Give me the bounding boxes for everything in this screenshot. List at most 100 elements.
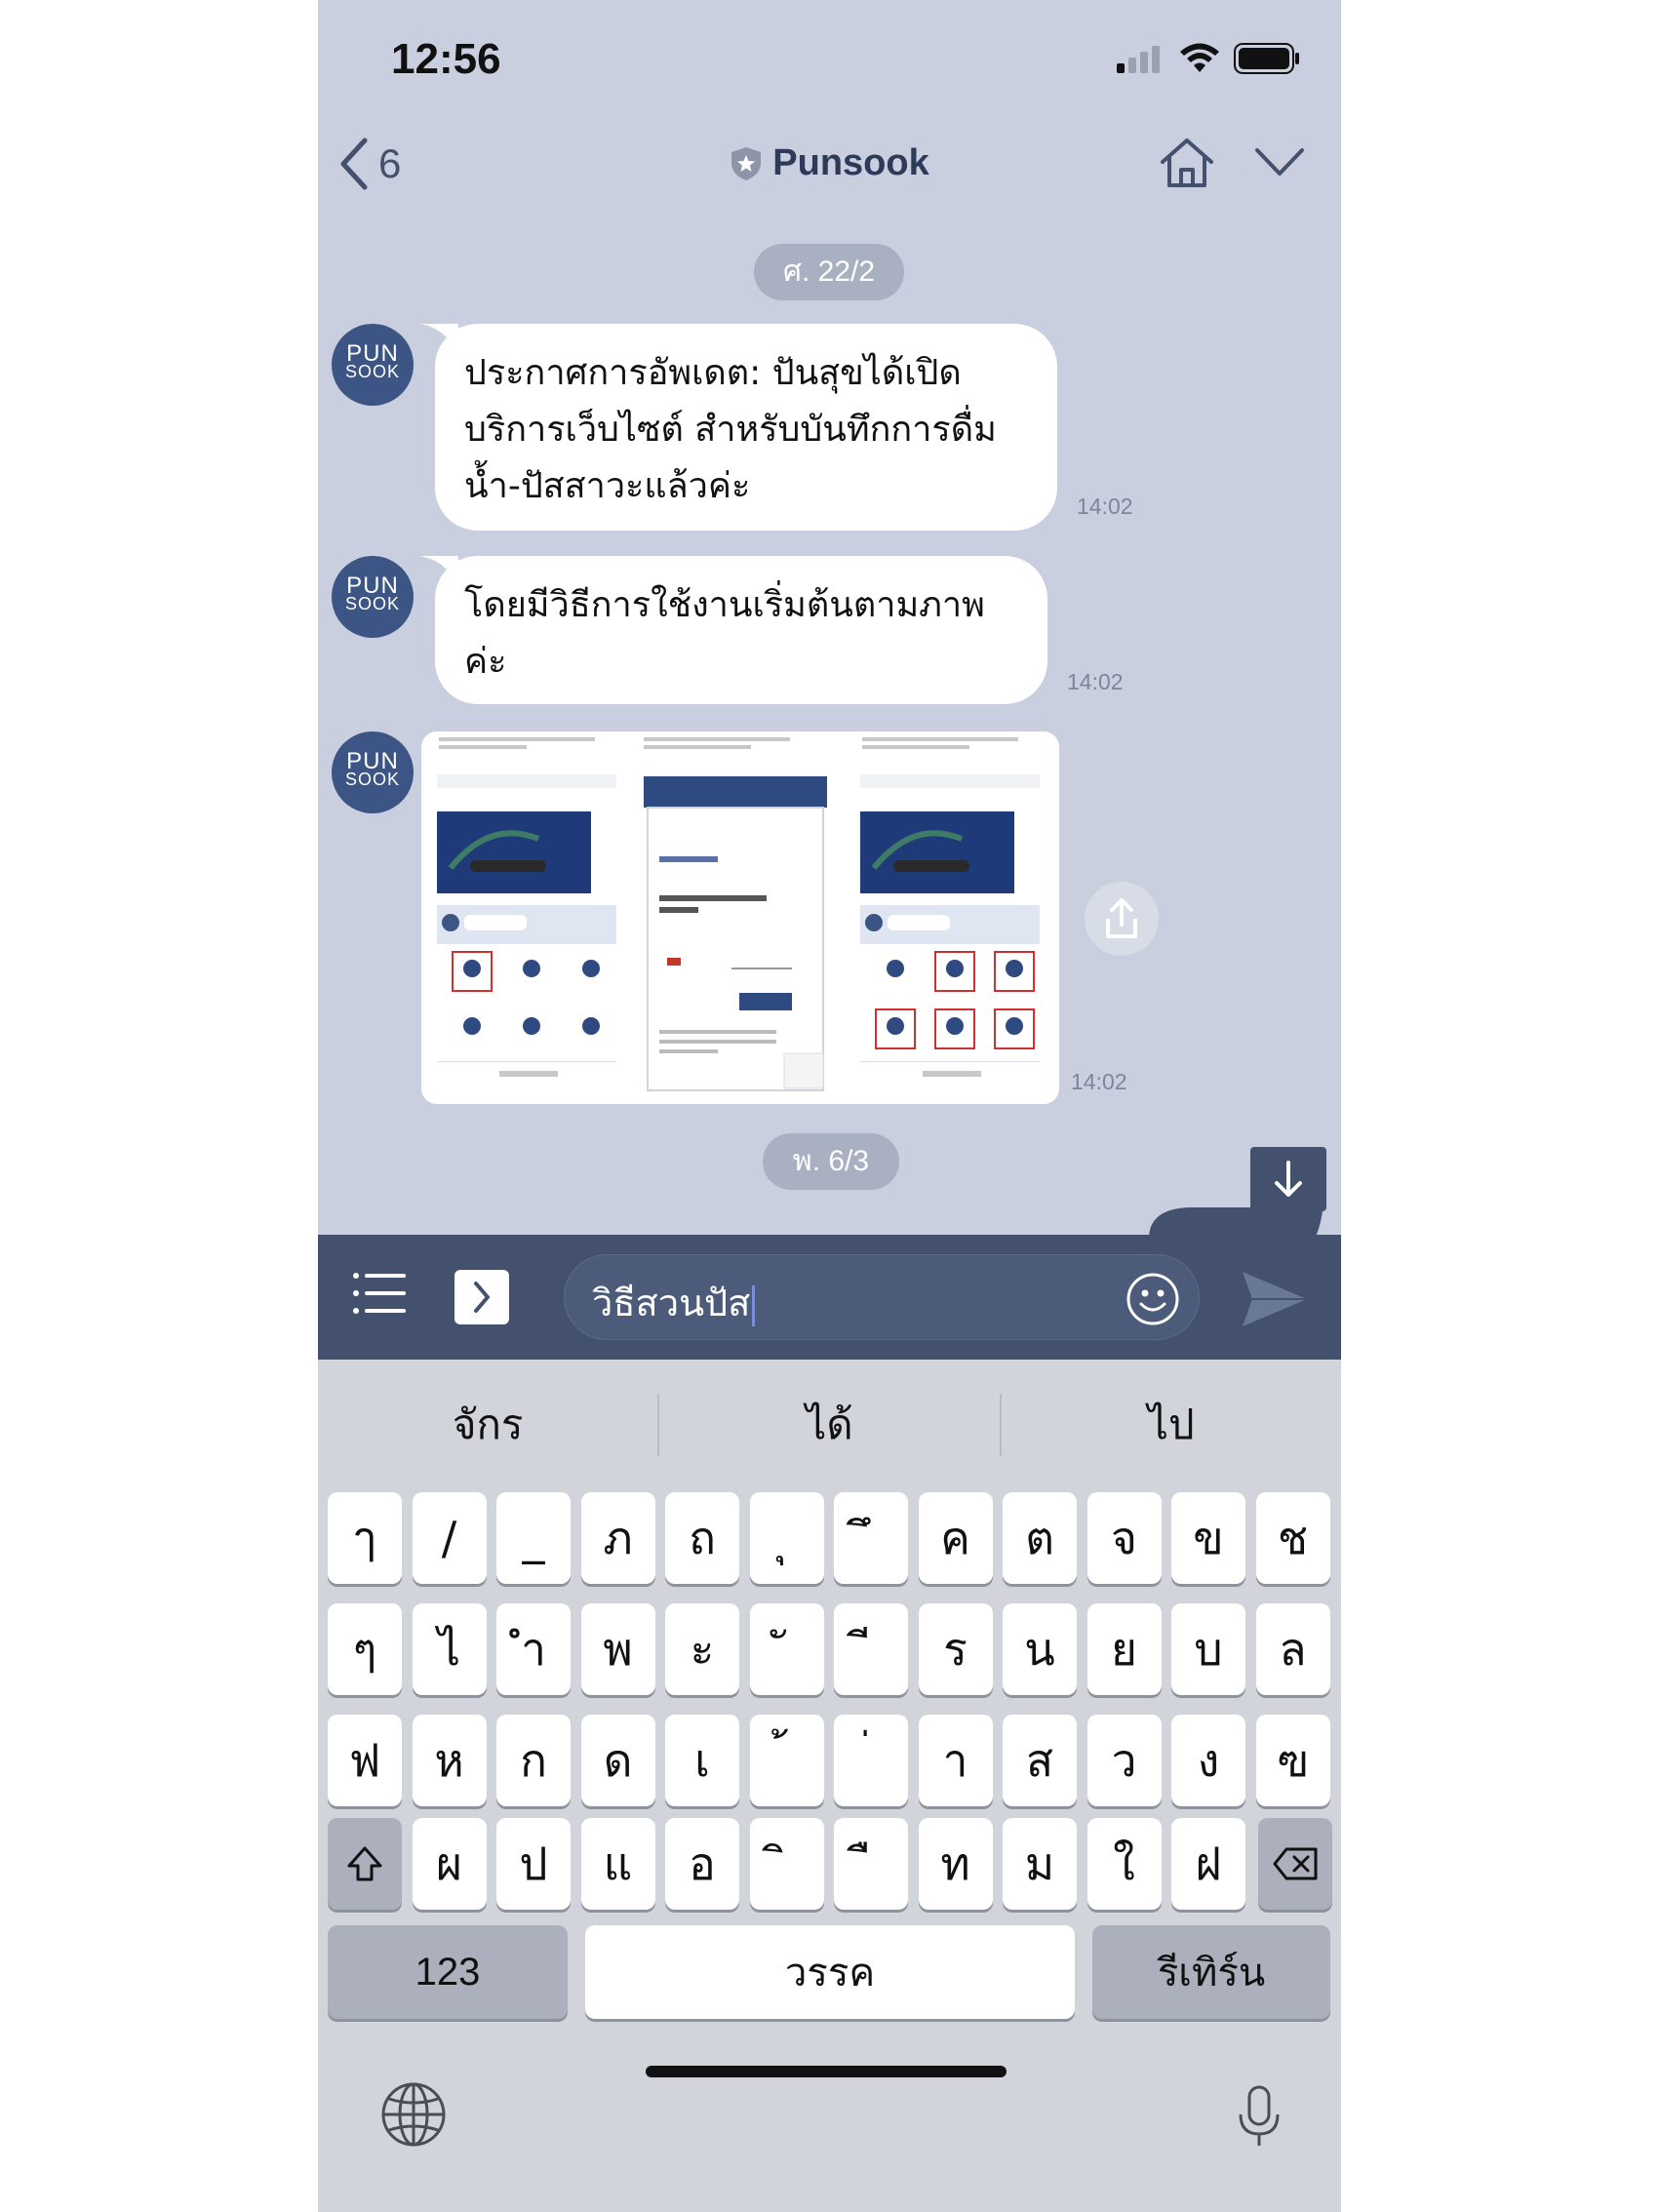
keyboard-key[interactable]: ท: [918, 1818, 993, 1910]
language-switch-button[interactable]: [380, 2081, 447, 2152]
keyboard-key[interactable]: น: [1003, 1603, 1077, 1695]
keyboard-key[interactable]: ก: [496, 1715, 571, 1806]
keyboard-key[interactable]: ป: [496, 1818, 571, 1910]
avatar[interactable]: PUN SOOK: [332, 324, 414, 406]
keyboard-key[interactable]: พ: [580, 1603, 655, 1695]
shift-icon: [347, 1846, 382, 1881]
keyboard-key[interactable]: ผ: [412, 1818, 487, 1910]
keyboard-key[interactable]: ร: [918, 1603, 993, 1695]
tutorial-screenshot-2: [638, 731, 833, 1104]
keyboard-key[interactable]: ึ: [834, 1492, 908, 1584]
suggestion-bar: จักร ได้ ไป: [318, 1360, 1341, 1490]
keyboard-key[interactable]: ภ: [580, 1492, 655, 1584]
message-time: 14:02: [1077, 494, 1133, 519]
globe-icon: [381, 2082, 446, 2147]
keyboard-key[interactable]: ย: [1086, 1603, 1162, 1695]
return-key[interactable]: รีเทิร์น: [1092, 1925, 1330, 2019]
suggestion-item[interactable]: ไป: [1002, 1393, 1341, 1457]
phone-screen: 12:56 6 Punsook ศ. 22/2 PUN SOOK ประกาศก…: [318, 0, 1341, 2212]
keyboard-key[interactable]: แ: [580, 1818, 655, 1910]
keyboard-key[interactable]: ๅ: [328, 1492, 402, 1584]
menu-dropdown-button[interactable]: [1254, 146, 1305, 181]
avatar-logo-text: PUN: [346, 340, 399, 367]
keyboard-key[interactable]: ส: [1003, 1715, 1077, 1806]
keyboard-key[interactable]: ง: [1171, 1715, 1245, 1806]
date-separator: พ. 6/3: [763, 1133, 899, 1190]
keyboard-key[interactable]: ไ: [412, 1603, 487, 1695]
message-time: 14:02: [1067, 669, 1124, 694]
keyboard-key[interactable]: ิ: [749, 1818, 824, 1910]
keyboard-key[interactable]: เ: [665, 1715, 739, 1806]
keyboard-key[interactable]: ด: [580, 1715, 655, 1806]
keyboard-key[interactable]: ฟ: [328, 1715, 402, 1806]
keyboard-key[interactable]: ่: [834, 1715, 908, 1806]
numbers-key[interactable]: 123: [328, 1925, 568, 2019]
message-text-line: น้ำ-ปัสสาวะแล้วค่ะ: [464, 466, 751, 506]
bubble-tail: [419, 324, 458, 353]
dictation-button[interactable]: [1237, 2085, 1282, 2153]
thai-keyboard: จักร ได้ ไป ๅ/_ภถุึคตจขชๆไำพะัีรนยบลฟหกด…: [318, 1360, 1341, 2212]
chevron-down-icon: [1255, 148, 1304, 176]
keyboard-key[interactable]: ี: [834, 1603, 908, 1695]
shift-key[interactable]: [328, 1818, 402, 1910]
microphone-icon: [1239, 2085, 1280, 2146]
keyboard-key[interactable]: ั: [749, 1603, 824, 1695]
arrow-down-icon: [1275, 1161, 1302, 1197]
keyboard-key[interactable]: ้: [749, 1715, 824, 1806]
keyboard-key[interactable]: ใ: [1086, 1818, 1162, 1910]
keyboard-key[interactable]: ห: [412, 1715, 487, 1806]
avatar-logo-text: SOOK: [344, 594, 400, 613]
keyboard-key[interactable]: ว: [1086, 1715, 1162, 1806]
keyboard-key[interactable]: ถ: [665, 1492, 739, 1584]
date-separator: ศ. 22/2: [754, 244, 904, 300]
share-icon: [1106, 898, 1137, 938]
message-input-bar: วิธีสวนปัส: [318, 1235, 1341, 1360]
scroll-to-bottom-button[interactable]: [1250, 1147, 1326, 1211]
message-bubble[interactable]: โดยมีวิธีการใช้งานเริ่มต้นตามภาพ ค่ะ: [419, 556, 1047, 704]
keyboard-key[interactable]: ล: [1255, 1603, 1330, 1695]
keyboard-key[interactable]: ื: [834, 1818, 908, 1910]
keyboard-key[interactable]: ช: [1255, 1492, 1330, 1584]
keyboard-key[interactable]: ฝ: [1171, 1818, 1245, 1910]
avatar[interactable]: PUN SOOK: [332, 731, 414, 813]
avatar-logo-text: PUN: [346, 748, 399, 774]
keyboard-key[interactable]: จ: [1086, 1492, 1162, 1584]
message-input[interactable]: วิธีสวนปัส: [564, 1254, 1200, 1340]
suggestion-item[interactable]: จักร: [318, 1393, 657, 1457]
avatar-logo-text: SOOK: [344, 362, 400, 381]
suggestion-item[interactable]: ได้: [659, 1393, 999, 1457]
message-input-value: วิธีสวนปัส: [592, 1282, 751, 1324]
keyboard-key[interactable]: บ: [1171, 1603, 1245, 1695]
keyboard-key[interactable]: ุ: [749, 1492, 824, 1584]
chevron-right-icon: [474, 1282, 490, 1313]
keyboard-key[interactable]: ม: [1003, 1818, 1077, 1910]
tutorial-image[interactable]: [421, 731, 1059, 1104]
keyboard-key[interactable]: อ: [665, 1818, 739, 1910]
smiley-icon: [1126, 1273, 1179, 1325]
chat-title-text: Punsook: [772, 142, 929, 183]
emoji-button[interactable]: [1126, 1272, 1180, 1330]
space-key[interactable]: วรรค: [585, 1925, 1075, 2019]
expand-toolbar-button[interactable]: [454, 1270, 509, 1324]
message-bubble[interactable]: ประกาศการอัพเดต: ปันสุขได้เปิด บริการเว็…: [419, 324, 1057, 531]
keyboard-key[interactable]: ๆ: [328, 1603, 402, 1695]
keyboard-key[interactable]: ต: [1003, 1492, 1077, 1584]
avatar[interactable]: PUN SOOK: [332, 556, 414, 638]
status-icons: [1117, 43, 1300, 74]
message-text-line: ประกาศการอัพเดต: ปันสุขได้เปิด: [464, 353, 962, 393]
keyboard-key[interactable]: /: [412, 1492, 487, 1584]
rich-menu-button[interactable]: [353, 1272, 406, 1319]
tutorial-screenshot-3: [854, 731, 1049, 1104]
keyboard-key[interactable]: า: [918, 1715, 993, 1806]
keyboard-key[interactable]: ค: [918, 1492, 993, 1584]
send-button[interactable]: [1241, 1270, 1309, 1332]
keyboard-key[interactable]: ำ: [496, 1603, 571, 1695]
delete-key[interactable]: [1258, 1818, 1332, 1910]
keyboard-key[interactable]: _: [496, 1492, 571, 1584]
keyboard-key[interactable]: ข: [1171, 1492, 1245, 1584]
home-button[interactable]: [1159, 137, 1215, 193]
wifi-icon: [1180, 43, 1219, 72]
keyboard-key[interactable]: ะ: [665, 1603, 739, 1695]
share-button[interactable]: [1085, 882, 1159, 956]
keyboard-key[interactable]: ฃ: [1255, 1715, 1330, 1806]
